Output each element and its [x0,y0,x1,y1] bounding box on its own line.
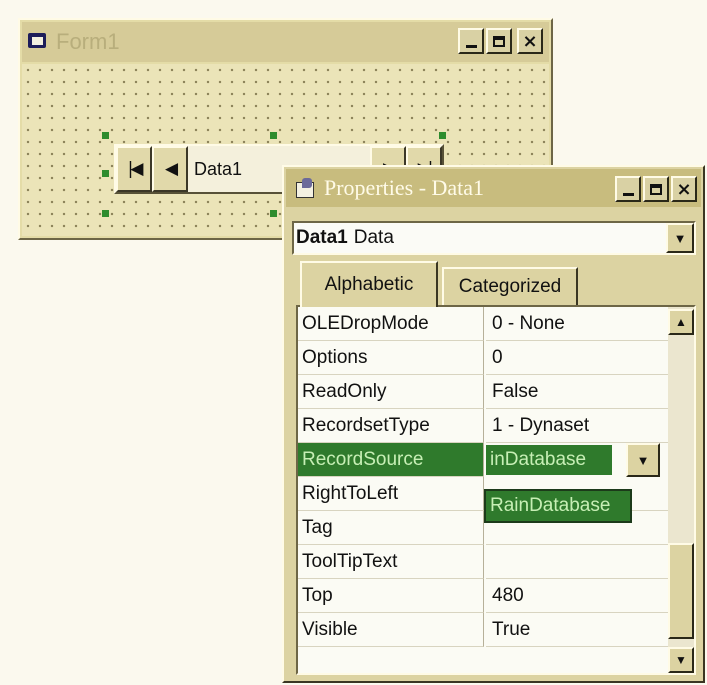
minimize-icon [465,44,477,48]
close-icon: × [522,30,538,52]
scroll-down-button[interactable]: ▼ [668,647,694,673]
form1-caption-buttons: × [458,28,543,54]
form1-titlebar[interactable]: Form1 × [22,22,549,62]
property-row[interactable]: OLEDropMode 0 - None [298,307,678,341]
properties-close-button[interactable]: × [671,176,697,202]
property-row-selected[interactable]: RecordSource inDatabase ▼ [298,443,678,477]
selection-handle[interactable] [270,132,277,139]
move-previous-button[interactable]: ◀ [152,146,188,192]
object-selector[interactable]: Data1 Data ▼ [292,221,696,255]
maximize-button[interactable] [486,28,512,54]
move-first-button[interactable]: |◀ [116,146,152,192]
properties-window[interactable]: Properties - Data1 × Data1 Data ▼ Alphab… [282,165,705,683]
tab-alphabetic[interactable]: Alphabetic [300,261,438,307]
property-row[interactable]: Visible True [298,613,678,647]
property-name: Top [298,579,484,613]
object-name: Data1 [296,227,348,248]
properties-tabs: Alphabetic Categorized [296,261,696,307]
properties-caption-buttons: × [615,176,697,202]
property-row[interactable]: ReadOnly False [298,375,678,409]
selection-handle[interactable] [439,132,446,139]
close-button[interactable]: × [517,28,543,54]
property-value[interactable]: 1 - Dynaset [486,409,678,443]
move-previous-icon: ◀ [164,159,178,179]
property-name: ReadOnly [298,375,484,409]
tab-categorized[interactable]: Categorized [442,267,578,305]
minimize-icon [622,192,634,196]
arrow-down-icon: ▼ [675,653,687,667]
selection-handle[interactable] [102,170,109,177]
move-first-icon: |◀ [127,159,144,179]
property-row[interactable]: Options 0 [298,341,678,375]
property-name: ToolTipText [298,545,484,579]
property-row[interactable]: RecordsetType 1 - Dynaset [298,409,678,443]
close-icon: × [676,178,692,200]
record-source-dropdown-button[interactable]: ▼ [626,443,660,477]
chevron-down-icon: ▼ [636,452,650,468]
property-name: Tag [298,511,484,545]
scroll-thumb[interactable] [668,543,694,639]
selection-handle[interactable] [270,210,277,217]
property-name: OLEDropMode [298,307,484,341]
property-name: RightToLeft [298,477,484,511]
record-source-dropdown-list[interactable]: RainDatabase [484,489,632,523]
maximize-icon [493,35,505,47]
properties-icon [294,178,316,198]
property-value[interactable] [486,545,678,579]
properties-titlebar[interactable]: Properties - Data1 × [286,169,701,207]
property-row[interactable]: ToolTipText [298,545,678,579]
object-selector-dropdown-button[interactable]: ▼ [666,223,694,253]
properties-minimize-button[interactable] [615,176,641,202]
maximize-icon [650,183,662,195]
selection-handle[interactable] [102,210,109,217]
property-value[interactable]: 480 [486,579,678,613]
property-name: RecordsetType [298,409,484,443]
object-type: Data [353,227,394,248]
selection-handle[interactable] [102,132,109,139]
property-row[interactable]: Top 480 [298,579,678,613]
property-value[interactable]: True [486,613,678,647]
property-name: Visible [298,613,484,647]
properties-maximize-button[interactable] [643,176,669,202]
scroll-up-button[interactable]: ▲ [668,309,694,335]
record-source-input[interactable]: inDatabase [486,445,612,475]
properties-title: Properties - Data1 [324,175,485,200]
property-grid-scrollbar[interactable]: ▲ ▼ [668,307,694,673]
chevron-down-icon: ▼ [673,230,687,246]
property-name: Options [298,341,484,375]
property-value[interactable]: 0 - None [486,307,678,341]
dropdown-option[interactable]: RainDatabase [486,491,630,521]
property-value[interactable]: False [486,375,678,409]
property-value[interactable]: 0 [486,341,678,375]
property-name: RecordSource [298,443,484,477]
arrow-up-icon: ▲ [675,315,687,329]
form1-title: Form1 [56,29,120,54]
minimize-button[interactable] [458,28,484,54]
form-icon [28,33,48,51]
